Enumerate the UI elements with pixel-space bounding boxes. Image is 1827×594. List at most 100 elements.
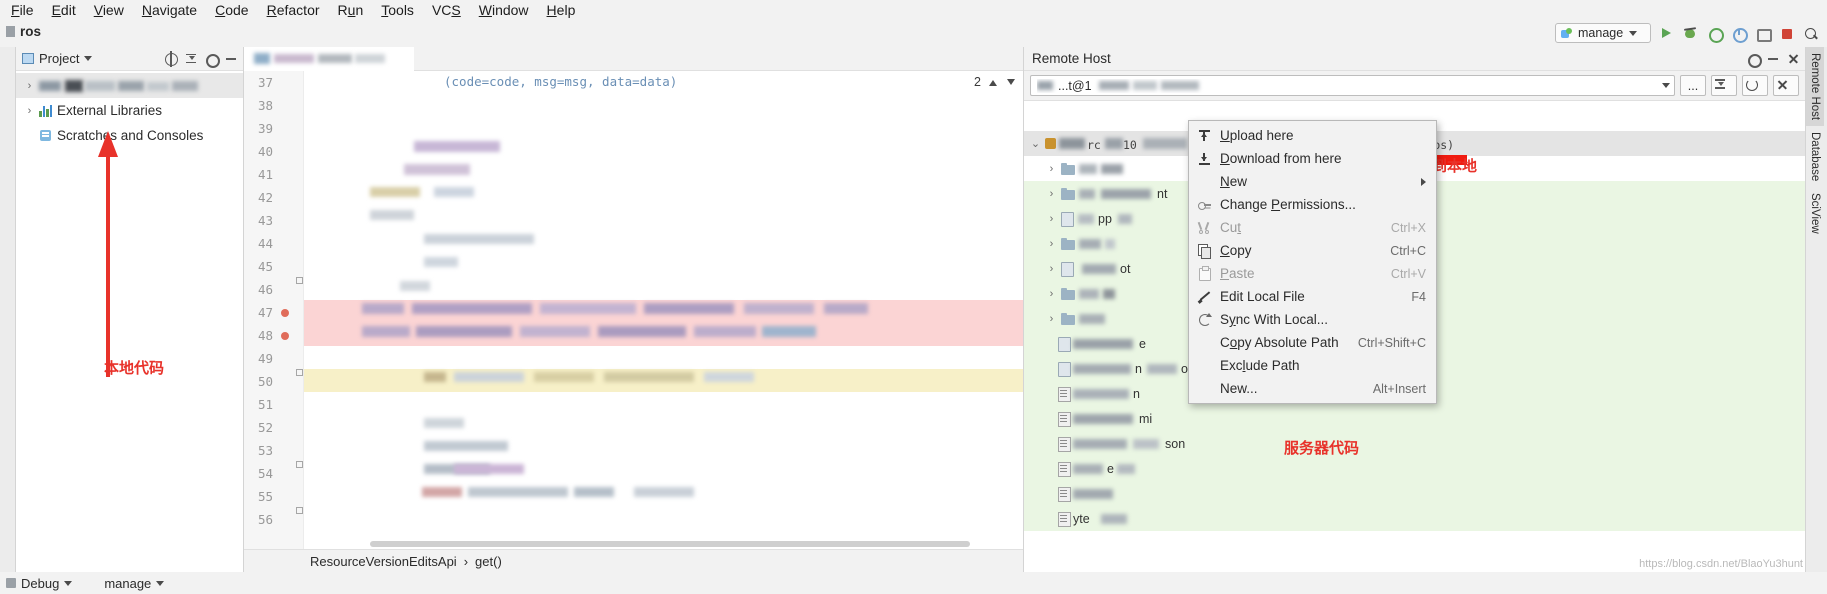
tool-tab-sciview[interactable]: SciView xyxy=(1806,187,1824,240)
context-menu-item-copy-absolute-path[interactable]: Copy Absolute Path Ctrl+Shift+C xyxy=(1189,331,1436,354)
menu-navigate[interactable]: Navigate xyxy=(133,1,206,19)
settings-gear-icon[interactable] xyxy=(1745,51,1762,68)
run-configuration-selector[interactable]: manage xyxy=(1555,23,1651,43)
breadcrumb-class[interactable]: ResourceVersionEditsApi xyxy=(310,554,457,569)
chevron-right-icon[interactable]: › xyxy=(1046,213,1057,225)
collapse-all-button[interactable] xyxy=(1711,75,1737,96)
chevron-down-icon[interactable] xyxy=(64,580,73,586)
chevron-right-icon[interactable]: › xyxy=(1046,313,1057,325)
chevron-down-icon[interactable] xyxy=(84,56,93,61)
context-menu-item-new-dialog[interactable]: New... Alt+Insert xyxy=(1189,377,1436,400)
copy-icon xyxy=(1197,243,1212,259)
upload-icon xyxy=(1197,128,1212,143)
chevron-right-icon[interactable]: › xyxy=(1046,188,1057,200)
breakpoint-icon[interactable] xyxy=(281,309,289,317)
chevron-right-icon[interactable]: › xyxy=(24,80,35,92)
remote-tree-row[interactable]: mi xyxy=(1024,406,1805,431)
tool-tab-database[interactable]: Database xyxy=(1806,126,1824,187)
context-menu-item-edit-local-file[interactable]: Edit Local File F4 xyxy=(1189,285,1436,308)
editor-tab[interactable] xyxy=(244,47,414,71)
fold-marker-icon[interactable] xyxy=(296,461,303,468)
chevron-right-icon[interactable]: › xyxy=(1046,288,1057,300)
chevron-right-icon[interactable]: › xyxy=(1046,163,1057,175)
browse-button[interactable]: ... xyxy=(1680,75,1706,96)
stop-icon[interactable] xyxy=(1778,25,1795,42)
menu-edit[interactable]: Edit xyxy=(43,1,85,19)
remote-tree-row[interactable] xyxy=(1024,481,1805,506)
code-content[interactable]: (code=code, msg=msg, data=data) xyxy=(304,71,1023,549)
fold-marker-icon[interactable] xyxy=(296,277,303,284)
refresh-button[interactable] xyxy=(1742,75,1768,96)
chevron-right-icon[interactable]: › xyxy=(1046,238,1057,250)
menu-window[interactable]: Window xyxy=(470,1,538,19)
close-button[interactable] xyxy=(1773,75,1799,96)
no-icon xyxy=(1197,358,1212,373)
context-menu-item-change-permissions[interactable]: Change Permissions... xyxy=(1189,193,1436,216)
host-selector-combo[interactable]: ...t@1 xyxy=(1030,75,1675,96)
fold-marker-icon[interactable] xyxy=(296,369,303,376)
search-everywhere-icon[interactable] xyxy=(1802,25,1819,42)
chevron-right-icon[interactable]: › xyxy=(1046,263,1057,275)
project-tree-row-root[interactable]: › xyxy=(16,73,243,98)
project-tree-row-external-libraries[interactable]: › External Libraries xyxy=(16,98,243,123)
run-icon[interactable] xyxy=(1658,25,1675,42)
menu-tools[interactable]: Tools xyxy=(372,1,423,19)
remote-tree-row[interactable]: e xyxy=(1024,456,1805,481)
context-menu-label: New... xyxy=(1220,381,1258,396)
remote-tree-row[interactable]: son xyxy=(1024,431,1805,456)
close-icon[interactable] xyxy=(1785,51,1801,67)
remote-tree-row[interactable]: yte xyxy=(1024,506,1805,531)
menu-view[interactable]: View xyxy=(85,1,133,19)
menu-help[interactable]: Help xyxy=(538,1,585,19)
horizontal-scrollbar[interactable] xyxy=(370,541,970,547)
hide-icon[interactable] xyxy=(1765,51,1781,67)
host-selector-value: ...t@1 xyxy=(1037,79,1656,93)
profile-icon[interactable] xyxy=(1730,25,1748,43)
scratch-icon xyxy=(39,129,53,142)
fold-marker-icon[interactable] xyxy=(296,507,303,514)
context-menu-shortcut: Ctrl+C xyxy=(1390,243,1426,258)
debug-icon[interactable] xyxy=(1682,25,1699,42)
locate-icon[interactable] xyxy=(163,50,179,67)
menu-code[interactable]: Code xyxy=(206,1,257,19)
status-debug[interactable]: Debug xyxy=(6,576,73,591)
context-menu-label: Paste xyxy=(1220,266,1255,281)
context-menu-item-new[interactable]: New xyxy=(1189,170,1436,193)
folder-icon xyxy=(1061,162,1075,175)
chevron-down-icon[interactable] xyxy=(1662,83,1670,88)
breakpoint-icon[interactable] xyxy=(281,332,289,340)
project-panel-title: Project xyxy=(39,51,80,66)
context-menu-item-exclude-path[interactable]: Exclude Path xyxy=(1189,354,1436,377)
context-menu-item-upload-here[interactable]: Upload here xyxy=(1189,124,1436,147)
paste-icon xyxy=(1197,266,1212,281)
prev-highlight-icon[interactable] xyxy=(987,76,999,88)
next-highlight-icon[interactable] xyxy=(1005,76,1017,88)
settings-gear-icon[interactable] xyxy=(203,51,220,68)
chevron-down-icon[interactable] xyxy=(156,580,165,586)
submenu-arrow-icon xyxy=(1421,177,1426,186)
folder-icon xyxy=(1061,187,1075,200)
chevron-down-icon[interactable]: ⌄ xyxy=(1030,137,1041,150)
project-panel-title-group[interactable]: Project xyxy=(22,51,93,66)
coverage-icon[interactable] xyxy=(1706,25,1724,43)
context-menu-item-copy[interactable]: Copy Ctrl+C xyxy=(1189,239,1436,262)
pencil-icon xyxy=(1197,289,1212,304)
collapse-all-icon[interactable] xyxy=(183,51,199,67)
inspection-widget[interactable]: 2 xyxy=(974,75,1017,89)
context-menu-item-download-from-here[interactable]: Download from here xyxy=(1189,147,1436,170)
attach-icon[interactable] xyxy=(1754,25,1772,42)
chevron-right-icon[interactable]: › xyxy=(24,105,35,117)
context-menu-item-sync-with-local[interactable]: Sync With Local... xyxy=(1189,308,1436,331)
breadcrumb-method[interactable]: get() xyxy=(475,554,502,569)
menu-run[interactable]: Run xyxy=(329,1,373,19)
menu-vcs[interactable]: VCS xyxy=(423,1,470,19)
project-icon xyxy=(6,25,15,37)
context-menu-label: Cut xyxy=(1220,220,1242,235)
tool-tab-remote-host[interactable]: Remote Host xyxy=(1806,47,1824,127)
remote-host-title: Remote Host xyxy=(1032,51,1111,66)
no-icon xyxy=(1197,174,1212,189)
menu-refactor[interactable]: Refactor xyxy=(258,1,329,19)
menu-file[interactable]: File xyxy=(2,1,43,19)
status-manage[interactable]: manage xyxy=(88,576,165,591)
hide-icon[interactable] xyxy=(223,51,239,67)
